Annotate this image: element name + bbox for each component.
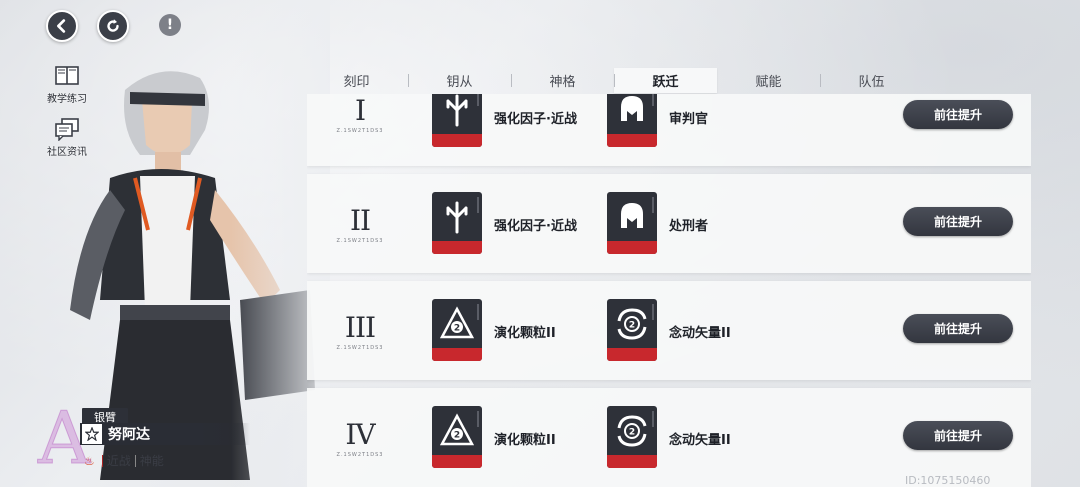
material-slot[interactable]: 2: [607, 406, 657, 468]
refresh-button[interactable]: [97, 10, 129, 42]
refresh-icon: [107, 19, 119, 32]
stage-numeral: IV Z.1SW2T1DS3: [329, 418, 391, 459]
character-name: 努阿达: [108, 427, 150, 443]
material-name: 强化因子·近战: [494, 219, 577, 234]
tab-godhead[interactable]: 神格: [511, 68, 614, 93]
role-melee: 近战: [106, 454, 131, 468]
material-name: 审判官: [669, 112, 709, 127]
divider: [134, 454, 136, 467]
stage-subtext: Z.1SW2T1DS3: [336, 452, 384, 458]
go-upgrade-button[interactable]: 前往提升: [903, 100, 1013, 129]
stage-roman: I: [354, 94, 366, 127]
material-slot[interactable]: 2: [432, 299, 482, 361]
stage-roman: II: [349, 204, 371, 237]
material-slot[interactable]: [432, 192, 482, 254]
stage-numeral: II Z.1SW2T1DS3: [329, 204, 391, 245]
character-info: A 银臂 努阿达 ♨ 近战 神能: [38, 400, 278, 480]
trident-icon: [446, 94, 468, 127]
go-upgrade-button[interactable]: 前往提升: [903, 207, 1013, 236]
tab-bar: 刻印 钥从 神格 跃迁 赋能 队伍: [305, 68, 925, 93]
role-psi: 神能: [139, 454, 164, 468]
stage-numeral: I Z.1SW2T1DS3: [329, 94, 391, 135]
back-arrow-icon: [57, 19, 66, 33]
stage-subtext: Z.1SW2T1DS3: [336, 128, 384, 134]
stage-subtext: Z.1SW2T1DS3: [336, 345, 384, 351]
helmet-icon: [621, 203, 643, 228]
trident-icon: [446, 201, 468, 234]
material-slot[interactable]: [607, 192, 657, 254]
material-slot[interactable]: 2: [607, 299, 657, 361]
swirl-2-icon: 2: [617, 415, 647, 447]
role-line: ♨ 近战 神能: [84, 452, 164, 469]
material-slot[interactable]: [607, 94, 657, 147]
material-name: 处刑者: [669, 219, 709, 234]
emblem-icon: [82, 424, 102, 444]
svg-text:2: 2: [629, 428, 635, 438]
tab-ascension[interactable]: 跃迁: [614, 68, 717, 93]
stage-roman: IV: [345, 418, 375, 451]
character-name-bar: 努阿达: [80, 423, 250, 445]
material-name: 演化颗粒II: [494, 433, 556, 448]
material-slot[interactable]: 2: [432, 406, 482, 468]
material-name: 强化因子·近战: [494, 112, 577, 127]
info-button[interactable]: !: [159, 14, 181, 36]
tab-empower[interactable]: 赋能: [717, 68, 820, 93]
tab-imprint[interactable]: 刻印: [305, 68, 408, 93]
triangle-2-icon: 2: [439, 306, 475, 339]
material-name: 念动矢量II: [669, 326, 731, 341]
svg-text:2: 2: [454, 324, 460, 334]
ascension-list: I Z.1SW2T1DS3 强化因子·近战 审判官 前往提升 II Z.1SW2…: [307, 94, 1031, 487]
list-item: III Z.1SW2T1DS3 2 演化颗粒II 2 念动矢量II 前往提升: [307, 281, 1031, 380]
tab-key[interactable]: 钥从: [408, 68, 511, 93]
svg-text:2: 2: [454, 431, 460, 441]
helmet-icon: [621, 96, 643, 121]
triangle-2-icon: 2: [439, 413, 475, 446]
list-item: I Z.1SW2T1DS3 强化因子·近战 审判官 前往提升: [307, 94, 1031, 166]
list-item: IV Z.1SW2T1DS3 2 演化颗粒II 2 念动矢量II 前往提升: [307, 388, 1031, 487]
tab-team[interactable]: 队伍: [820, 68, 923, 93]
user-id: ID:1075150460: [905, 474, 991, 487]
material-slot[interactable]: [432, 94, 482, 147]
back-button[interactable]: [46, 10, 78, 42]
stage-roman: III: [344, 311, 376, 344]
go-upgrade-button[interactable]: 前往提升: [903, 314, 1013, 343]
flame-icon: ♨: [84, 453, 95, 468]
list-item: II Z.1SW2T1DS3 强化因子·近战 处刑者 前往提升: [307, 174, 1031, 273]
svg-text:2: 2: [629, 321, 635, 331]
stage-subtext: Z.1SW2T1DS3: [336, 238, 384, 244]
material-name: 念动矢量II: [669, 433, 731, 448]
material-name: 演化颗粒II: [494, 326, 556, 341]
swirl-2-icon: 2: [617, 308, 647, 340]
stage-numeral: III Z.1SW2T1DS3: [329, 311, 391, 352]
go-upgrade-button[interactable]: 前往提升: [903, 421, 1013, 450]
divider: [101, 454, 103, 467]
